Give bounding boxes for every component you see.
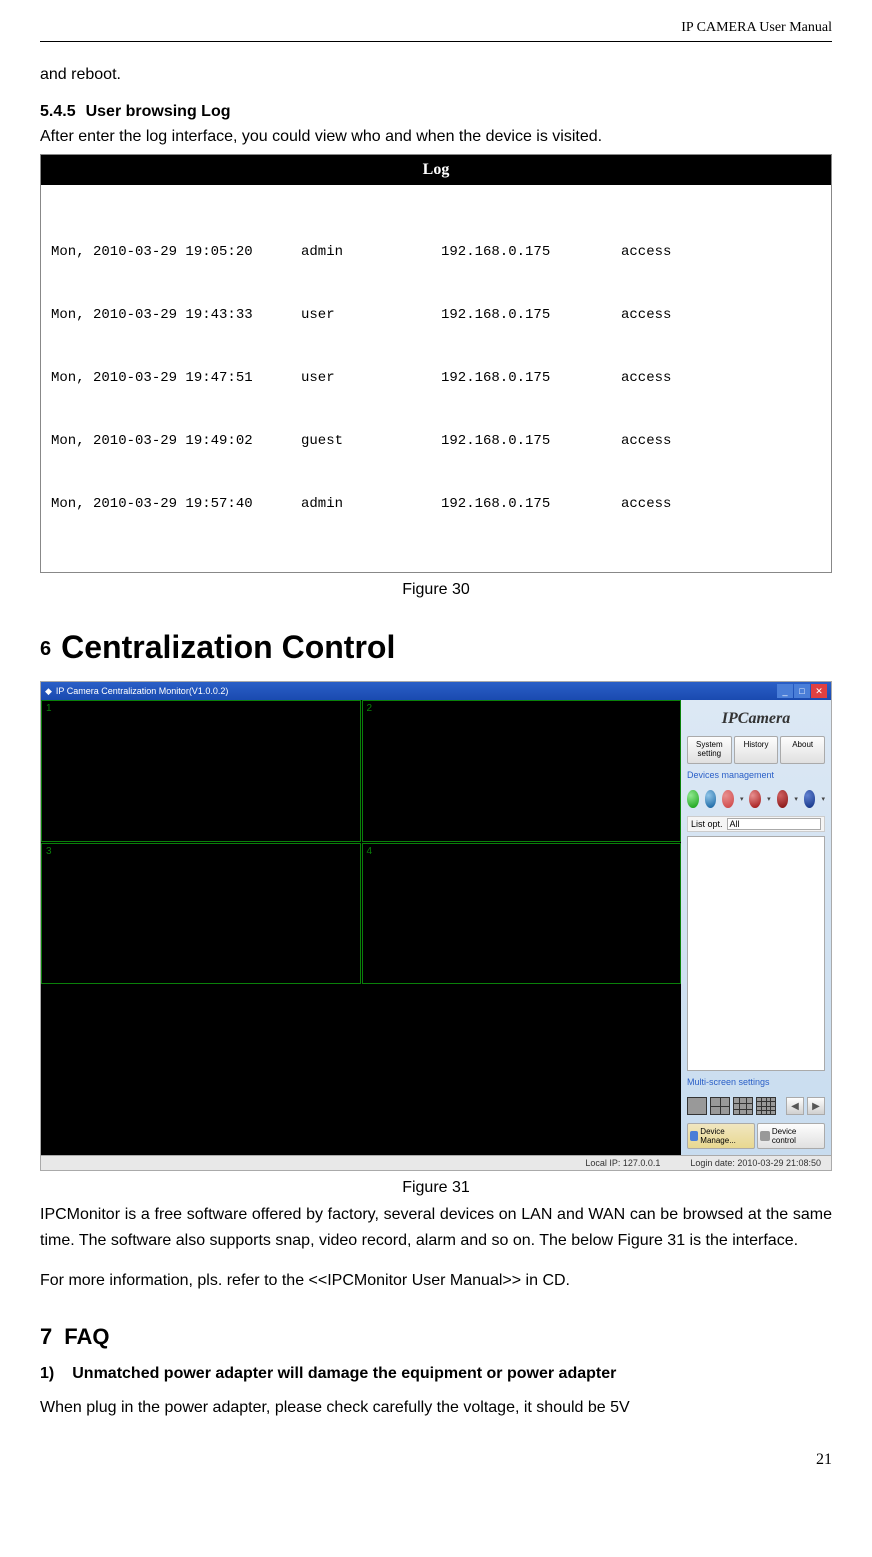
window-controls: _ □ ✕ bbox=[777, 684, 827, 698]
history-button[interactable]: History bbox=[734, 736, 779, 764]
window-titlebar: ◆ IP Camera Centralization Monitor(V1.0.… bbox=[41, 682, 831, 700]
device-manage-tab[interactable]: Device Manage... bbox=[687, 1123, 755, 1149]
log-row: Mon, 2010-03-29 19:43:33user192.168.0.17… bbox=[51, 305, 821, 326]
sidebar: IPCamera System setting History About De… bbox=[681, 700, 831, 1155]
log-row: Mon, 2010-03-29 19:05:20admin192.168.0.1… bbox=[51, 242, 821, 263]
minimize-button[interactable]: _ bbox=[777, 684, 793, 698]
subsection-545-heading: 5.4.5 User browsing Log bbox=[40, 103, 832, 121]
header-divider bbox=[40, 41, 832, 42]
device-control-icon bbox=[760, 1131, 770, 1141]
log-row: Mon, 2010-03-29 19:47:51user192.168.0.17… bbox=[51, 368, 821, 389]
section-7-num: 7 bbox=[40, 1324, 52, 1349]
status-bar: Local IP: 127.0.0.1 Login date: 2010-03-… bbox=[41, 1155, 831, 1170]
figure-31-caption: Figure 31 bbox=[40, 1179, 832, 1197]
log-screenshot: Log Mon, 2010-03-29 19:05:20admin192.168… bbox=[40, 154, 832, 573]
refresh-icon[interactable] bbox=[722, 790, 734, 808]
about-button[interactable]: About bbox=[780, 736, 825, 764]
subsection-545-num: 5.4.5 bbox=[40, 103, 76, 120]
centralization-screenshot: ◆ IP Camera Centralization Monitor(V1.0.… bbox=[40, 681, 832, 1171]
video-cell-4[interactable]: 4 bbox=[362, 843, 682, 985]
device-icons: ▾ ▾ ▾ ▾ bbox=[687, 786, 825, 812]
list-opt-select[interactable]: All bbox=[727, 818, 821, 830]
grid-4-icon[interactable] bbox=[710, 1097, 730, 1115]
video-grid: 1 2 3 4 bbox=[41, 700, 681, 1155]
page-header-title: IP CAMERA User Manual bbox=[40, 20, 832, 36]
video-area-bottom bbox=[41, 985, 681, 1155]
maximize-button[interactable]: □ bbox=[794, 684, 810, 698]
prev-button[interactable]: ◀ bbox=[786, 1097, 804, 1115]
app-icon: ◆ bbox=[45, 686, 52, 697]
delete-icon[interactable] bbox=[749, 790, 761, 808]
multiscreen-icons: ◀ ▶ bbox=[687, 1093, 825, 1119]
log-row: Mon, 2010-03-29 19:49:02guest192.168.0.1… bbox=[51, 431, 821, 452]
section-6-title: Centralization Control bbox=[61, 629, 395, 665]
device-control-tab[interactable]: Device control bbox=[757, 1123, 825, 1149]
faq-1-text: When plug in the power adapter, please c… bbox=[40, 1395, 832, 1421]
video-cell-3[interactable]: 3 bbox=[41, 843, 361, 985]
device-list[interactable] bbox=[687, 836, 825, 1071]
log-row: Mon, 2010-03-29 19:57:40admin192.168.0.1… bbox=[51, 494, 821, 515]
video-cell-1[interactable]: 1 bbox=[41, 700, 361, 842]
section-7-title: FAQ bbox=[64, 1324, 109, 1349]
close-button[interactable]: ✕ bbox=[811, 684, 827, 698]
grid-1-icon[interactable] bbox=[687, 1097, 707, 1115]
status-local-ip: Local IP: 127.0.0.1 bbox=[585, 1158, 660, 1168]
section-6-num: 6 bbox=[40, 638, 51, 660]
intro-text: and reboot. bbox=[40, 62, 832, 88]
faq-1-title: Unmatched power adapter will damage the … bbox=[72, 1365, 616, 1382]
record-icon[interactable] bbox=[777, 790, 789, 808]
list-opt-row: List opt. All bbox=[687, 816, 825, 832]
list-opt-label: List opt. bbox=[691, 819, 723, 829]
ipc-paragraph-2: For more information, pls. refer to the … bbox=[40, 1268, 832, 1294]
log-header: Log bbox=[41, 155, 831, 185]
window-title: IP Camera Centralization Monitor(V1.0.0.… bbox=[56, 686, 228, 696]
video-cell-2[interactable]: 2 bbox=[362, 700, 682, 842]
faq-1-num: 1) bbox=[40, 1365, 54, 1382]
grid-9-icon[interactable] bbox=[733, 1097, 753, 1115]
subsection-545-text: After enter the log interface, you could… bbox=[40, 124, 832, 150]
section-7-heading: 7 FAQ bbox=[40, 1324, 832, 1350]
status-login-date: Login date: 2010-03-29 21:08:50 bbox=[690, 1158, 821, 1168]
add-icon[interactable] bbox=[687, 790, 699, 808]
settings-icon[interactable] bbox=[804, 790, 816, 808]
globe-icon[interactable] bbox=[705, 790, 717, 808]
device-manage-icon bbox=[690, 1131, 698, 1141]
ipc-paragraph-1: IPCMonitor is a free software offered by… bbox=[40, 1202, 832, 1253]
page-number: 21 bbox=[40, 1451, 832, 1469]
multiscreen-label: Multi-screen settings bbox=[687, 1075, 825, 1089]
grid-16-icon[interactable] bbox=[756, 1097, 776, 1115]
subsection-545-title: User browsing Log bbox=[86, 103, 231, 120]
ipcamera-logo: IPCamera bbox=[687, 706, 825, 732]
next-button[interactable]: ▶ bbox=[807, 1097, 825, 1115]
faq-1-heading: 1) Unmatched power adapter will damage th… bbox=[40, 1365, 832, 1383]
section-6-heading: 6 Centralization Control bbox=[40, 629, 832, 666]
system-setting-button[interactable]: System setting bbox=[687, 736, 732, 764]
devices-management-label: Devices management bbox=[687, 768, 825, 782]
figure-30-caption: Figure 30 bbox=[40, 581, 832, 599]
log-body: Mon, 2010-03-29 19:05:20admin192.168.0.1… bbox=[41, 185, 831, 572]
